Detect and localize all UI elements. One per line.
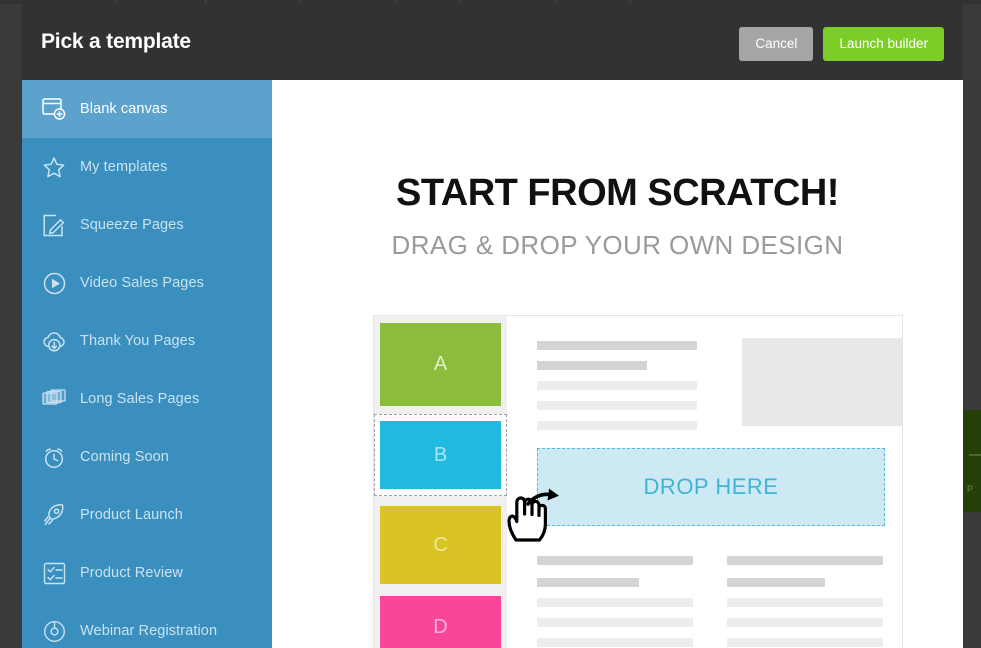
mockup-block-a[interactable]: A <box>380 323 501 406</box>
mockup-text-line <box>537 341 697 350</box>
mockup-block-label: A <box>433 353 448 375</box>
page-layout-mockup: A B C D DROP HERE <box>373 315 903 648</box>
mockup-block-b[interactable]: B <box>380 421 501 489</box>
mockup-text-line <box>727 638 883 647</box>
mockup-text-line <box>537 618 693 627</box>
sidebar-item-label: Thank You Pages <box>80 333 196 349</box>
mockup-text-line <box>537 598 693 607</box>
alarm-clock-icon <box>39 442 69 472</box>
mockup-block-d[interactable]: D <box>380 596 501 648</box>
sidebar-item-label: Product Launch <box>80 507 183 523</box>
template-category-sidebar[interactable]: Blank canvas My templates Squeeze Pages … <box>22 80 272 648</box>
green-panel-divider <box>969 454 981 456</box>
sidebar-item-squeeze-pages[interactable]: Squeeze Pages <box>22 196 272 254</box>
cancel-button[interactable]: Cancel <box>739 27 814 61</box>
preview-headline: START FROM SCRATCH! <box>396 172 839 214</box>
sidebar-item-coming-soon[interactable]: Coming Soon <box>22 428 272 486</box>
template-preview-panel: START FROM SCRATCH! DRAG & DROP YOUR OWN… <box>272 80 963 648</box>
mockup-text-line <box>537 421 697 430</box>
sidebar-item-label: Squeeze Pages <box>80 217 184 233</box>
mockup-text-line <box>727 578 825 587</box>
preview-subheadline: DRAG & DROP YOUR OWN DESIGN <box>391 230 844 260</box>
mockup-image-placeholder <box>742 338 902 426</box>
mockup-block-c[interactable]: C <box>380 506 501 584</box>
webinar-icon <box>39 616 69 646</box>
checklist-icon <box>39 558 69 588</box>
rocket-icon <box>39 500 69 530</box>
sidebar-item-thank-you-pages[interactable]: Thank You Pages <box>22 312 272 370</box>
mockup-text-line <box>727 618 883 627</box>
sidebar-item-label: Long Sales Pages <box>80 391 200 407</box>
mockup-block-label: D <box>433 615 448 638</box>
mockup-text-line <box>537 556 693 565</box>
sidebar-item-label: My templates <box>80 159 168 175</box>
mockup-text-line <box>537 578 639 587</box>
star-icon <box>39 152 69 182</box>
cloud-download-icon <box>39 326 69 356</box>
sidebar-item-label: Coming Soon <box>80 449 169 465</box>
pencil-square-icon <box>39 210 69 240</box>
sidebar-item-video-sales-pages[interactable]: Video Sales Pages <box>22 254 272 312</box>
sidebar-item-label: Webinar Registration <box>80 623 218 639</box>
drop-zone-label: DROP HERE <box>643 474 779 499</box>
sidebar-item-label: Video Sales Pages <box>80 275 204 291</box>
mockup-text-line <box>537 361 647 370</box>
play-circle-icon <box>39 268 69 298</box>
template-picker-modal: Pick a template Cancel Launch builder Bl… <box>22 4 963 648</box>
background-green-panel: P <box>963 410 981 512</box>
sidebar-item-long-sales-pages[interactable]: Long Sales Pages <box>22 370 272 428</box>
sidebar-item-my-templates[interactable]: My templates <box>22 138 272 196</box>
mockup-text-line <box>537 638 693 647</box>
launch-builder-button[interactable]: Launch builder <box>823 27 944 61</box>
header-actions: Cancel Launch builder <box>739 27 944 61</box>
sidebar-item-product-review[interactable]: Product Review <box>22 544 272 602</box>
stacked-pages-icon <box>39 384 69 414</box>
drop-zone[interactable]: DROP HERE <box>537 448 885 526</box>
blank-canvas-icon <box>39 94 69 124</box>
sidebar-item-label: Product Review <box>80 565 183 581</box>
drag-hand-cursor <box>502 484 564 551</box>
page-title: Pick a template <box>41 30 191 53</box>
green-panel-text: P <box>967 484 974 494</box>
mockup-right-column: DROP HERE <box>507 316 903 648</box>
mockup-block-label: B <box>433 443 448 466</box>
sidebar-item-blank-canvas[interactable]: Blank canvas <box>22 80 272 138</box>
modal-header: Pick a template Cancel Launch builder <box>22 4 963 80</box>
mockup-block-label: C <box>433 533 448 556</box>
mockup-text-line <box>537 401 697 410</box>
sidebar-item-product-launch[interactable]: Product Launch <box>22 486 272 544</box>
sidebar-item-label: Blank canvas <box>80 101 168 117</box>
mockup-text-line <box>727 556 883 565</box>
mockup-text-line <box>727 598 883 607</box>
screen-root: Pick a template Cancel Launch builder Bl… <box>0 0 981 648</box>
mockup-text-line <box>537 381 697 390</box>
sidebar-item-webinar-registration[interactable]: Webinar Registration <box>22 602 272 648</box>
mockup-left-column: A B C D <box>374 316 507 648</box>
